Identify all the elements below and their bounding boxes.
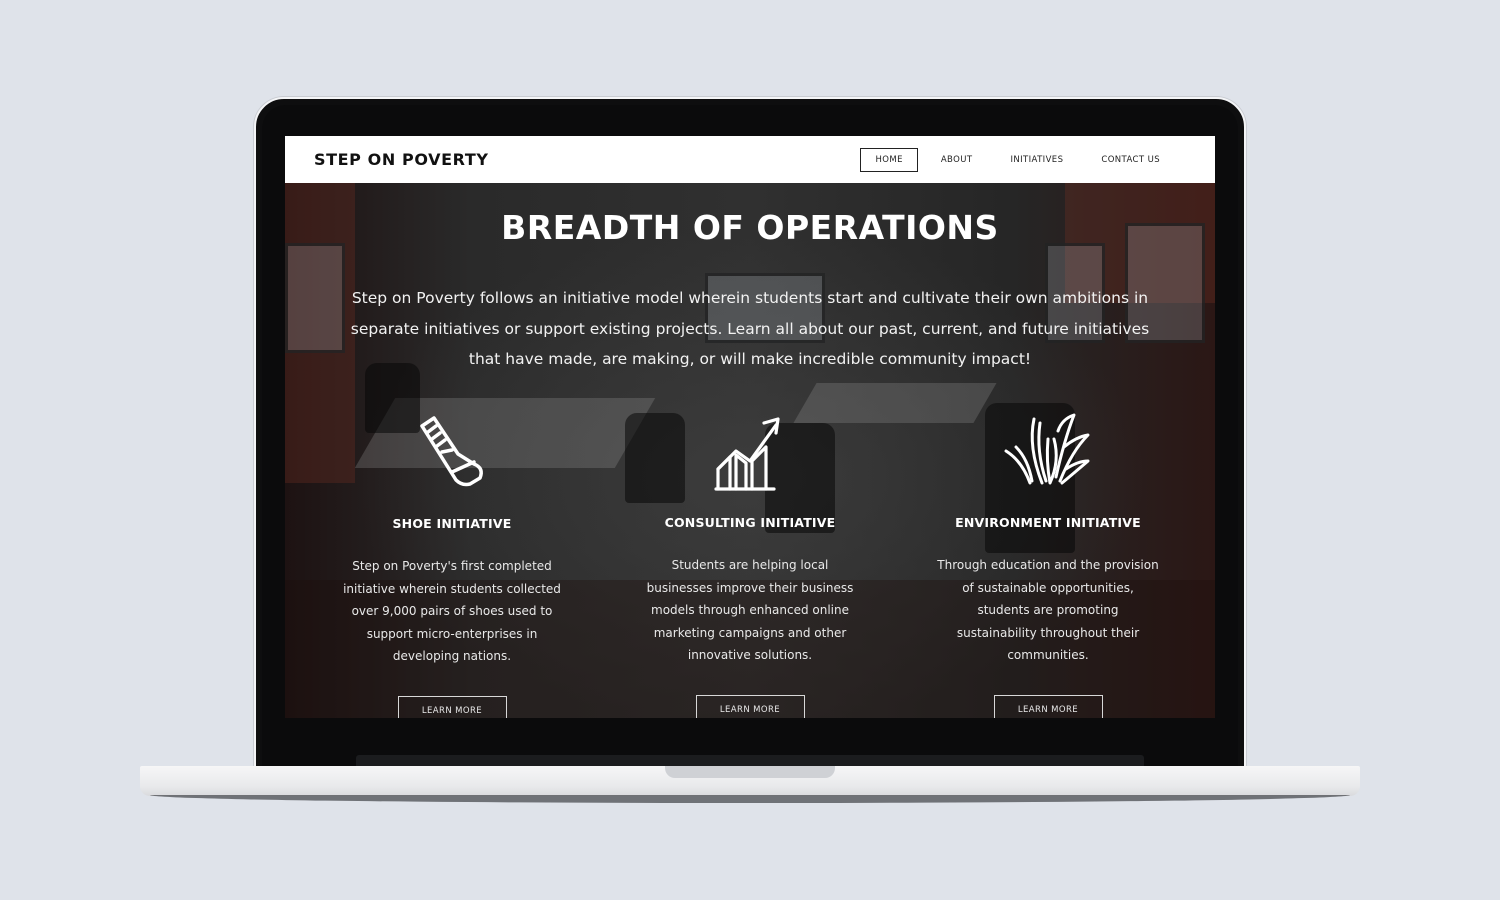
- shoe-icon: [332, 412, 572, 494]
- main-nav: HOME ABOUT INITIATIVES CONTACT US: [860, 148, 1179, 172]
- learn-more-button[interactable]: LEARN MORE: [993, 694, 1103, 718]
- initiative-title: CONSULTING INITIATIVE: [664, 515, 836, 530]
- laptop-base-notch: [665, 766, 835, 778]
- initiative-title: SHOE INITIATIVE: [392, 516, 512, 531]
- nav-home-link[interactable]: HOME: [860, 148, 918, 172]
- initiative-description: Students are helping local businesses im…: [646, 558, 854, 662]
- growth-chart-icon: [630, 411, 870, 493]
- site-logo-text[interactable]: STEP ON POVERTY: [314, 150, 489, 169]
- initiative-description: Step on Poverty's first completed initia…: [343, 559, 561, 663]
- plant-leaves-icon: [928, 411, 1168, 493]
- site-header: STEP ON POVERTY HOME ABOUT INITIATIVES C…: [285, 136, 1215, 183]
- hero-description: Step on Poverty follows an initiative mo…: [350, 289, 1150, 368]
- nav-initiatives-link[interactable]: INITIATIVES: [991, 148, 1082, 172]
- laptop-shadow: [150, 795, 1350, 803]
- nav-about-link[interactable]: ABOUT: [922, 148, 992, 172]
- learn-more-button[interactable]: LEARN MORE: [397, 695, 507, 718]
- initiative-description: Through education and the provision of s…: [937, 558, 1159, 662]
- initiative-title: ENVIRONMENT INITIATIVE: [955, 515, 1141, 530]
- hero-title: BREADTH OF OPERATIONS: [501, 208, 999, 247]
- initiative-card-consulting: CONSULTING INITIATIVE Students are helpi…: [630, 411, 870, 718]
- initiative-card-environment: ENVIRONMENT INITIATIVE Through education…: [928, 411, 1168, 718]
- initiative-card-shoe: SHOE INITIATIVE Step on Poverty's first …: [332, 412, 572, 718]
- nav-contact-link[interactable]: CONTACT US: [1082, 148, 1179, 172]
- laptop-screen: STEP ON POVERTY HOME ABOUT INITIATIVES C…: [285, 136, 1215, 718]
- learn-more-button[interactable]: LEARN MORE: [695, 694, 805, 718]
